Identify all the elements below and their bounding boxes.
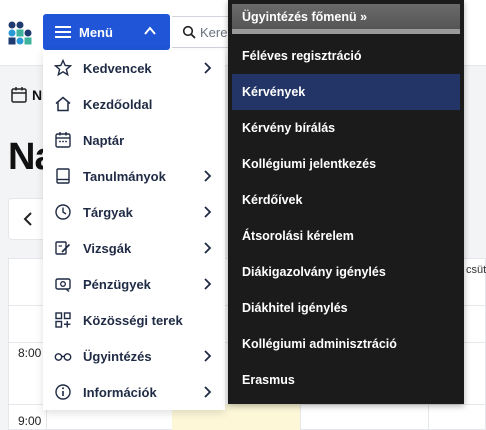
menu-item-tanulmanyok[interactable]: Tanulmányok [43,158,225,194]
chevron-up-icon [144,26,156,35]
submenu-item-kollegiumi-adminisztracio[interactable]: Kollégiumi adminisztráció [232,326,460,362]
main-menu-panel: Kedvencek Kezdőoldal Naptár Tanulmányok … [43,50,225,410]
home-icon [55,96,71,112]
menu-item-label: Tanulmányok [83,168,166,184]
menu-button-label: Menü [79,24,113,40]
submenu-item-erasmus[interactable]: Erasmus [232,362,460,398]
glasses-icon [54,353,72,361]
menu-item-label: Tárgyak [83,204,133,220]
submenu-item-diakhitel-igenyles[interactable]: Diákhitel igénylés [232,290,460,326]
menu-item-penzugyek[interactable]: Pénzügyek [43,266,225,302]
menu-item-label: Naptár [83,132,125,148]
star-icon [54,59,72,77]
chevron-right-icon [204,62,212,74]
app-logo-icon[interactable] [6,18,34,46]
chevron-left-icon [23,212,32,226]
menu-item-naptar[interactable]: Naptár [43,122,225,158]
submenu-item-atsorolasi-kerelem[interactable]: Átsorolási kérelem [232,218,460,254]
submenu-item-kerdoivek[interactable]: Kérdőívek [232,182,460,218]
day-column-label: csüt [466,264,486,276]
submenu-item-kerveny-biralas[interactable]: Kérvény bírálás [232,110,460,146]
menu-item-informaciok[interactable]: Információk [43,374,225,410]
clock-icon [55,204,71,220]
pencil-note-icon [55,241,71,255]
hamburger-icon [55,26,71,38]
chevron-right-icon [204,278,212,290]
menu-button[interactable]: Menü [43,14,170,50]
menu-item-kedvencek[interactable]: Kedvencek [43,50,225,86]
submenu-item-feleves-regisztracio[interactable]: Féléves regisztráció [232,38,460,74]
menu-item-kozossegi-terek[interactable]: Közösségi terek [43,302,225,338]
calendar-icon [55,132,71,148]
info-icon [55,384,71,400]
menu-item-label: Ügyintézés [83,348,152,364]
previous-button[interactable] [8,198,48,240]
submenu-header-link[interactable]: Ügyintézés főmenü » [232,4,460,34]
chevron-right-icon [204,350,212,362]
menu-item-vizsgak[interactable]: Vizsgák [43,230,225,266]
date-label: N [32,87,43,103]
time-label: 8:00 [18,346,42,360]
menu-item-ugyintezes[interactable]: Ügyintézés [43,338,225,374]
submenu-item-diakigazolvany-igenyles[interactable]: Diákigazolvány igénylés [232,254,460,290]
menu-item-kezdooldal[interactable]: Kezdőoldal [43,86,225,122]
calendar-icon [11,87,27,103]
chevron-right-icon [204,170,212,182]
menu-item-targyak[interactable]: Tárgyak [43,194,225,230]
menu-item-label: Pénzügyek [83,276,151,292]
menu-item-label: Kezdőoldal [83,96,153,112]
menu-item-label: Vizsgák [83,240,132,256]
ugyintezes-submenu: Ügyintézés főmenü » Féléves regisztráció… [228,0,464,404]
grid-plus-icon [55,312,71,328]
money-icon [55,278,71,292]
search-icon [182,25,196,39]
menu-item-label: Információk [83,384,157,400]
time-label: 9:00 [18,414,42,428]
menu-item-label: Közösségi terek [83,312,183,328]
book-icon [56,168,70,184]
submenu-item-kollegiumi-jelentkezes[interactable]: Kollégiumi jelentkezés [232,146,460,182]
chevron-right-icon [204,242,212,254]
submenu-item-kervenyek[interactable]: Kérvények [232,74,460,110]
menu-item-label: Kedvencek [83,60,152,76]
chevron-right-icon [204,386,212,398]
chevron-right-icon [204,206,212,218]
